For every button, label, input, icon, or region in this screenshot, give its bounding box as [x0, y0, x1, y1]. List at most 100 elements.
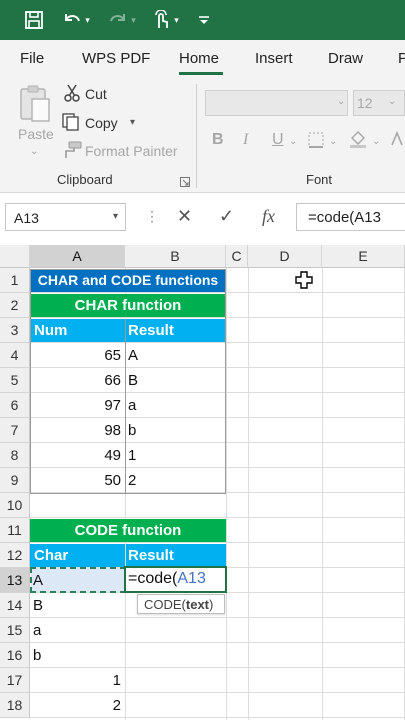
char-result-cell[interactable]: A	[128, 344, 138, 367]
char-num-cell[interactable]: 49	[30, 444, 121, 467]
cut-button[interactable]: Cut	[85, 86, 107, 102]
touch-mode-icon[interactable]: ▾	[146, 9, 184, 31]
row-header[interactable]: 18	[0, 693, 30, 718]
worksheet-grid[interactable]: A B C D E 1 2 3 4 5 6 7 8 9 10 11 12 13 14 15 16 17 18 CH…	[0, 245, 405, 720]
char-result-cell[interactable]: 1	[128, 444, 136, 467]
format-painter-icon[interactable]	[62, 141, 82, 164]
row-header[interactable]: 16	[0, 643, 30, 668]
cut-icon[interactable]	[64, 84, 80, 107]
font-name-select[interactable]	[205, 90, 348, 116]
result-column-label[interactable]: Result	[126, 319, 226, 342]
tab-draw[interactable]: Draw	[328, 50, 363, 67]
copy-dropdown-icon[interactable]: ▾	[130, 117, 135, 128]
font-color-icon[interactable]	[390, 130, 405, 154]
row-header[interactable]: 17	[0, 668, 30, 693]
row-header[interactable]: 4	[0, 343, 30, 368]
insert-function-icon[interactable]: fx	[262, 206, 275, 227]
italic-button[interactable]: I	[243, 131, 248, 149]
char-num-cell[interactable]: 66	[30, 369, 121, 392]
cancel-icon[interactable]: ✕	[177, 206, 192, 227]
redo-icon[interactable]: ▾	[104, 9, 140, 31]
row-header[interactable]: 6	[0, 393, 30, 418]
select-all-corner[interactable]	[0, 245, 30, 268]
tab-file[interactable]: File	[20, 50, 44, 67]
column-header-a[interactable]: A	[30, 245, 125, 268]
customize-toolbar-icon[interactable]	[196, 9, 212, 31]
copy-button[interactable]: Copy	[85, 115, 118, 131]
row-header[interactable]: 3	[0, 318, 30, 343]
save-icon[interactable]	[22, 9, 46, 31]
row-header[interactable]: 1	[0, 268, 30, 293]
clipboard-launcher-icon[interactable]	[180, 174, 190, 192]
tab-home[interactable]: Home	[179, 50, 219, 67]
tab-page-layout[interactable]: P	[398, 50, 405, 67]
row-header[interactable]: 12	[0, 543, 30, 568]
bold-button[interactable]: B	[212, 131, 224, 149]
enter-icon[interactable]: ✓	[219, 206, 234, 227]
redo-dropdown-icon[interactable]: ▾	[131, 15, 136, 26]
column-header-c[interactable]: C	[226, 245, 248, 268]
char-result-cell[interactable]: 2	[128, 469, 136, 492]
formula-bar: A13 ▾ ⋮ ✕ ✓ fx =code(A13	[0, 200, 405, 236]
code-input-cell[interactable]: A	[33, 569, 43, 592]
char-num-cell[interactable]: 65	[30, 344, 121, 367]
char-column-label[interactable]: Char	[30, 544, 125, 567]
borders-dropdown-icon[interactable]: ⌄	[329, 136, 337, 147]
char-result-cell[interactable]: a	[128, 394, 136, 417]
format-painter-button[interactable]: Format Painter	[85, 143, 178, 159]
column-header-e[interactable]: E	[322, 245, 405, 268]
copy-icon[interactable]	[62, 113, 80, 136]
underline-dropdown-icon[interactable]: ⌄	[289, 136, 297, 147]
font-size-dropdown-icon[interactable]: ⌄	[388, 96, 396, 107]
char-num-cell[interactable]: 50	[30, 469, 121, 492]
row-header[interactable]: 8	[0, 443, 30, 468]
char-result-cell[interactable]: B	[128, 369, 138, 392]
row-header[interactable]: 10	[0, 493, 30, 518]
code-input-cell[interactable]: a	[33, 619, 41, 642]
fill-color-icon[interactable]	[348, 129, 368, 154]
row-header[interactable]: 11	[0, 518, 30, 543]
code-input-cell[interactable]: 2	[30, 694, 121, 717]
underline-button[interactable]: U	[272, 131, 284, 149]
row-header[interactable]: 2	[0, 293, 30, 318]
font-name-dropdown-icon[interactable]: ⌄	[337, 96, 345, 107]
row-header[interactable]: 9	[0, 468, 30, 493]
borders-icon[interactable]	[308, 132, 324, 153]
sheet-title[interactable]: CHAR and CODE functions	[30, 269, 226, 292]
code-function-header[interactable]: CODE function	[30, 519, 226, 542]
name-box-dropdown-icon[interactable]: ▾	[113, 211, 118, 222]
code-result-column-label[interactable]: Result	[126, 544, 226, 567]
font-size-select[interactable]: 12	[353, 90, 405, 116]
column-header-d[interactable]: D	[248, 245, 322, 268]
char-function-header[interactable]: CHAR function	[30, 294, 226, 317]
num-column-label[interactable]: Num	[30, 319, 125, 342]
touch-mode-dropdown-icon[interactable]: ▾	[174, 15, 179, 26]
row-header[interactable]: 14	[0, 593, 30, 618]
char-num-cell[interactable]: 97	[30, 394, 121, 417]
tab-insert[interactable]: Insert	[255, 50, 293, 67]
code-input-cell[interactable]: 1	[30, 669, 121, 692]
row-header[interactable]: 7	[0, 418, 30, 443]
referenced-cell-highlight	[31, 568, 125, 592]
paste-button[interactable]: Paste	[18, 126, 54, 142]
paste-dropdown-icon[interactable]: ⌄	[30, 146, 38, 157]
fill-color-dropdown-icon[interactable]: ⌄	[372, 136, 380, 147]
char-num-cell[interactable]: 98	[30, 419, 121, 442]
tab-wps-pdf[interactable]: WPS PDF	[82, 50, 150, 67]
editing-cell[interactable]: =code(A13	[124, 566, 227, 593]
undo-icon[interactable]: ▾	[58, 9, 94, 31]
row-header[interactable]: 13	[0, 568, 30, 593]
row-header[interactable]: 5	[0, 368, 30, 393]
code-input-cell[interactable]: B	[33, 594, 43, 617]
formula-text: =code(A13	[308, 209, 381, 226]
function-tooltip[interactable]: CODE(text)	[137, 594, 225, 614]
char-result-cell[interactable]: b	[128, 419, 136, 442]
code-input-cell[interactable]: b	[33, 644, 41, 667]
paste-icon[interactable]	[18, 84, 52, 124]
name-box[interactable]: A13 ▾	[5, 203, 126, 231]
tooltip-argument[interactable]: text	[186, 597, 209, 612]
column-header-b[interactable]: B	[125, 245, 226, 268]
formula-input[interactable]: =code(A13	[296, 203, 405, 231]
undo-dropdown-icon[interactable]: ▾	[85, 15, 90, 26]
row-header[interactable]: 15	[0, 618, 30, 643]
